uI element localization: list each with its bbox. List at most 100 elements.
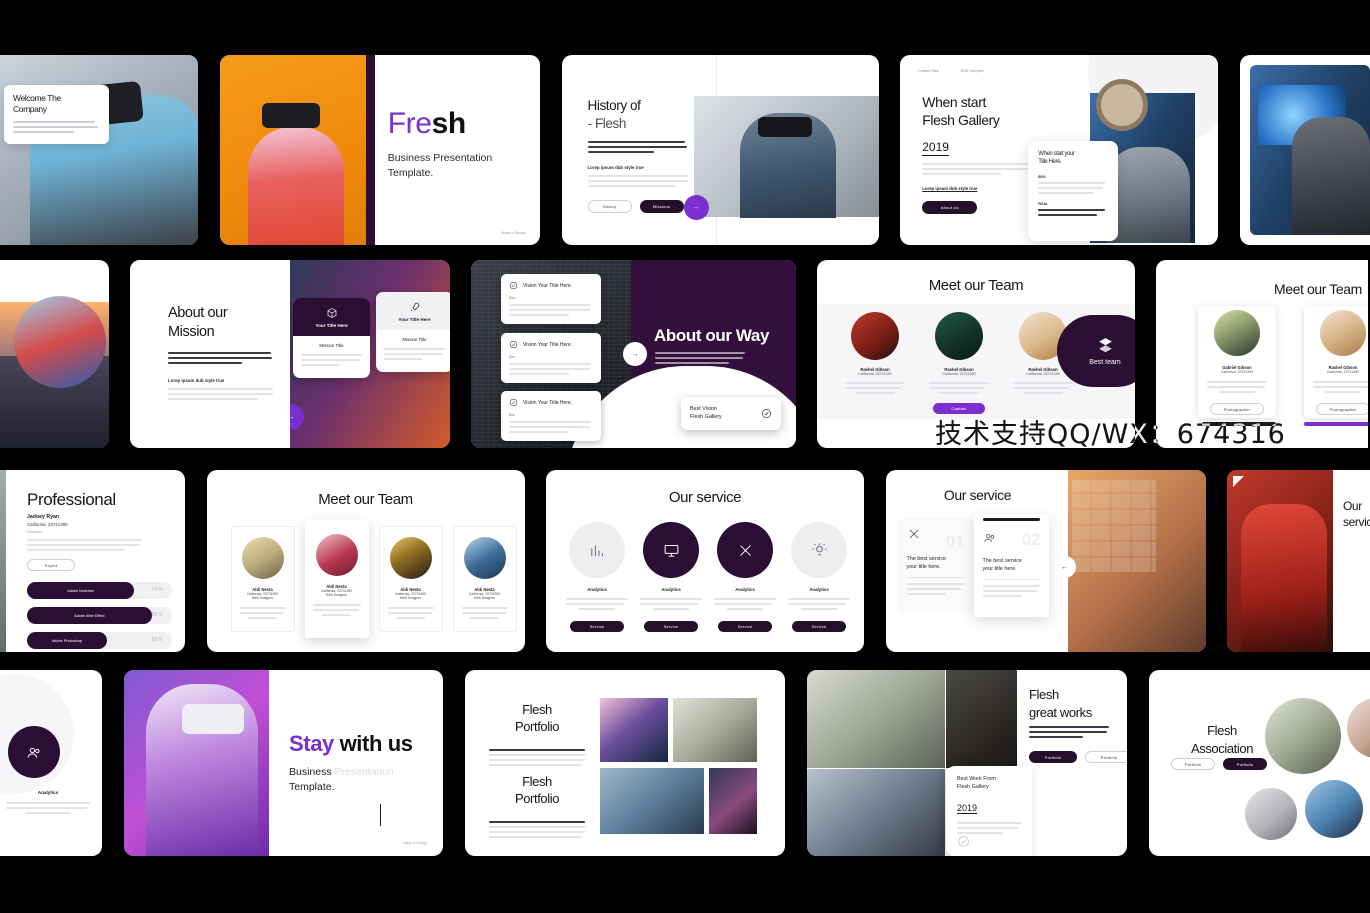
next-arrow-fab[interactable]: → [683, 195, 709, 220]
when-start-link[interactable]: Lorep ipsum dub style true [922, 186, 1032, 191]
member-job: Web Designer [399, 596, 422, 600]
portfolio-thumb[interactable] [709, 768, 757, 834]
team-card[interactable]: Rashel Gibson California, 23741390 Photo… [1304, 306, 1368, 418]
slide-analytics-card[interactable]: Analytics [0, 670, 102, 856]
team-card[interactable]: Gabriel Gibson California, 23741390 Phot… [1198, 306, 1276, 418]
best-work-year: 2019 [957, 803, 978, 815]
slide-flesh-portfolio[interactable]: Flesh Portfolio Flesh Portfolio [465, 670, 785, 856]
service-item[interactable]: Analytics Service [788, 522, 850, 633]
portfolio-button-dark[interactable]: Portfolio [1029, 751, 1077, 763]
service-button[interactable]: Service [644, 621, 698, 632]
slide-professional[interactable]: Professional Jadoey Ryan California, 237… [0, 470, 185, 652]
slide-our-service-photo[interactable]: Our service [1227, 470, 1370, 652]
slide-fresh-cover[interactable]: Fresh Business Presentation Template. Ma… [219, 55, 540, 245]
stay-sub-a: Business [289, 765, 335, 778]
team-members: Rashel Gibson California, 23741390 Rashe… [845, 312, 1073, 415]
portfolio-button-ghost[interactable]: Portfolio [1085, 751, 1127, 763]
portfolio-button-ghost[interactable]: Portfolio [1171, 758, 1215, 770]
step-title-line2: your title here. [906, 563, 941, 570]
photographer-button[interactable]: Photographer [1316, 403, 1368, 415]
float-item-1-label: 80% [1038, 175, 1046, 180]
portfolio-thumb[interactable] [600, 698, 668, 762]
best-work-line2: Flesh Gallery [957, 783, 989, 790]
slide-welcome-company[interactable]: Welcome The Company [0, 55, 198, 245]
association-photo-circle[interactable] [1305, 780, 1363, 838]
service-button[interactable]: Service [718, 621, 772, 632]
about-us-button[interactable]: About Us [922, 201, 978, 215]
vision-card-title: Vision Your Title Here. [523, 399, 573, 406]
slide-our-service-circles[interactable]: Our service Analytics Service Analytics … [546, 470, 864, 652]
association-photo-circle[interactable] [1347, 698, 1370, 758]
association-photo-circle[interactable] [1265, 698, 1341, 774]
team-card[interactable]: Aldi Nesta California, 23741390 Web Desi… [304, 520, 369, 638]
prev-arrow-fab[interactable]: ← [1053, 556, 1076, 578]
slide-about-our-way[interactable]: Vision Your Title Here. 80a Vision Your … [471, 260, 796, 448]
vision-card-sub: 80a [509, 413, 515, 417]
mission-body [168, 351, 273, 364]
skill-fill: Adobe Photoshop [27, 632, 107, 649]
portfolio-button-dark[interactable]: Portfolio [1223, 758, 1267, 770]
check-circle-icon [509, 398, 518, 407]
slide-history-of-flesh[interactable]: History of - Flesh Lorep ipsum dub style… [561, 55, 879, 245]
slide-meet-our-team-c[interactable]: Meet our Team Aldi Nesta California, 237… [206, 470, 525, 652]
service-step-card[interactable]: 02 The best service your title here. [973, 514, 1049, 617]
history-sub-body [587, 175, 688, 188]
service-step-card[interactable]: 01 The best service your title here. [897, 518, 973, 613]
team-cards: Aldi Nesta California, 23741390 Web Desi… [230, 520, 517, 638]
service-button[interactable]: Service [792, 621, 846, 632]
member-job: Web Designer [251, 596, 274, 600]
team-member[interactable]: Rashel Gibson California, 23741390 [845, 312, 905, 415]
team-card[interactable]: Aldi Nesta California, 23741390 Web Desi… [378, 526, 443, 632]
step-number: 01 [945, 532, 965, 551]
slide-about-our-mission[interactable]: About our Mission Lorep ipsum dub style … [130, 260, 450, 448]
team-member[interactable]: Rashel Gibson California, 23741390 Capta… [929, 312, 989, 415]
avatar [241, 537, 284, 579]
great-works-title-line2: great works [1029, 704, 1092, 720]
service-item[interactable]: Analytics Service [566, 522, 628, 633]
mission-text: About our Mission Lorep ipsum dub style … [168, 304, 273, 403]
slide-when-start-gallery[interactable]: Content Pack 2019 Complete When start Fl… [900, 55, 1219, 245]
slide-gallery-board: Welcome The Company Fresh Business Prese… [0, 0, 1370, 913]
portfolio-title-2-line1: Flesh [522, 774, 552, 789]
when-start-title-line2: Flesh Gallery [922, 112, 1000, 129]
slide-flesh-great-works[interactable]: Flesh great works Portfolio Portfolio Be… [807, 670, 1127, 856]
service-item[interactable]: Analytics Service [714, 522, 776, 633]
portfolio-thumb[interactable] [600, 768, 704, 834]
slide-our-service-steps[interactable]: Our service 01 The best service your tit… [885, 470, 1206, 652]
slide-meet-our-team-b[interactable]: Meet our Team Gabriel Gibson California,… [1156, 260, 1368, 448]
underline-accent [1304, 422, 1368, 426]
when-start-title-line1: When start [922, 94, 986, 110]
stay-footer: Made in Design [403, 841, 427, 845]
avatar [315, 534, 358, 576]
skill-row: Adobe Ilustrator 74 % [27, 582, 172, 599]
slide-flesh-association[interactable]: Flesh Association Portfolio Portfolio [1149, 670, 1370, 856]
slide-stay-with-us[interactable]: Stay with us Business Presentation Templ… [124, 670, 443, 856]
slide-city-collage[interactable] [0, 260, 109, 448]
avatar [389, 537, 432, 579]
slide-meet-our-team-a[interactable]: Meet our Team Rashel Gibson California, … [817, 260, 1135, 448]
member-job: Web Designer [473, 596, 496, 600]
vr-headset-shape [757, 117, 812, 137]
history-button[interactable]: History [587, 200, 632, 214]
best-team-badge[interactable]: Best team [1057, 315, 1135, 387]
service-title-line1: Our [1343, 499, 1362, 513]
missions-button[interactable]: Missions [639, 200, 684, 214]
portfolio-thumb[interactable] [673, 698, 757, 762]
vr-child-silhouette [1106, 147, 1191, 243]
team-card[interactable]: Aldi Nesta California, 23741390 Web Desi… [230, 526, 295, 632]
skill-label: Adobe Ilustrator [67, 588, 95, 593]
association-photo-circle[interactable] [1245, 788, 1297, 840]
vision-card: Vision Your Title Here. 80a [501, 333, 601, 383]
service-item[interactable]: Analytics Service [640, 522, 702, 633]
mission-card1-sub: Mission Title [319, 343, 344, 348]
service-button[interactable]: Service [570, 621, 624, 632]
fresh-footer: Made in Design [501, 231, 526, 235]
next-arrow-fab[interactable]: → [623, 342, 647, 366]
expert-button[interactable]: Expert [27, 559, 75, 571]
photographer-button[interactable]: Photographer [1210, 403, 1264, 415]
slide-vr-photo[interactable] [1240, 55, 1370, 245]
history-sub-heading: Lorep ipsum dub style true [587, 165, 644, 171]
best-vision-line1: Best Vision [690, 406, 717, 413]
captain-button[interactable]: Captain [933, 403, 985, 414]
team-card[interactable]: Aldi Nesta California, 23741390 Web Desi… [452, 526, 517, 632]
